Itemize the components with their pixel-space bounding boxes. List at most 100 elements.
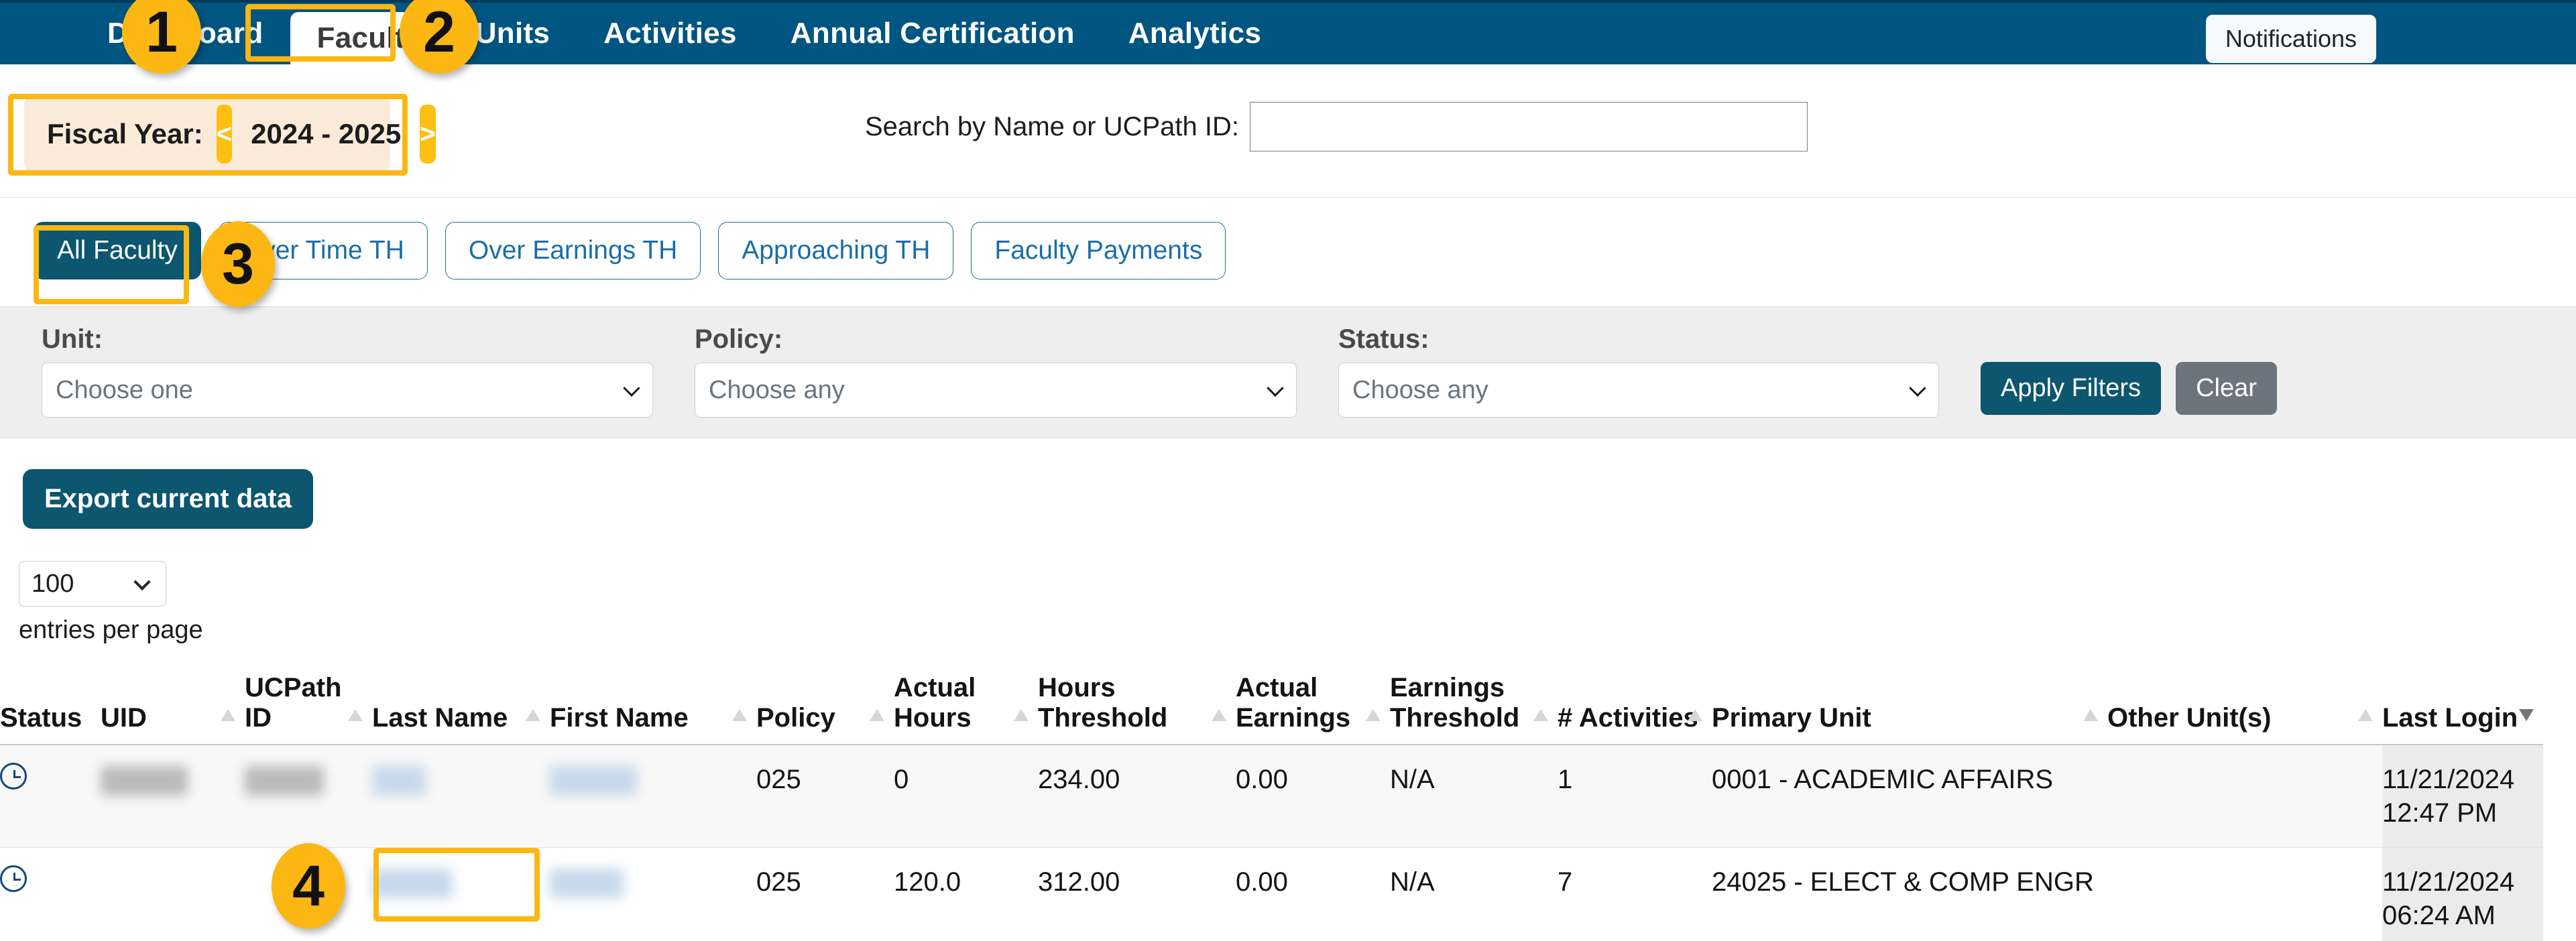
col-hours-threshold[interactable]: Hours Threshold: [1038, 673, 1236, 745]
status-select[interactable]: Choose any: [1338, 363, 1939, 418]
fiscal-year-next-button[interactable]: >: [420, 105, 436, 164]
col-last-name[interactable]: Last Name: [372, 673, 550, 745]
entries-per-page-select[interactable]: 100: [19, 561, 166, 607]
cell-first-name: [550, 847, 756, 941]
col-uid[interactable]: UID: [101, 673, 245, 745]
cell-earnings-threshold: N/A: [1390, 847, 1558, 941]
col-other-units-label: Other Unit(s): [2107, 702, 2272, 733]
cell-status[interactable]: [0, 744, 101, 848]
cell-first-name: [550, 744, 756, 848]
col-num-activities[interactable]: # Activities: [1558, 673, 1712, 745]
redacted-uid: [101, 766, 188, 796]
search-input[interactable]: [1250, 102, 1808, 151]
notifications-button[interactable]: Notifications: [2205, 15, 2376, 63]
last-login-date: 11/21/2024: [2382, 764, 2515, 794]
entries-per-page-label: entries per page: [19, 616, 203, 644]
unit-select[interactable]: Choose one: [42, 363, 653, 418]
col-actual-hours[interactable]: Actual Hours: [894, 673, 1038, 745]
cell-actual-earnings: 0.00: [1236, 744, 1390, 848]
fiscal-year-value: 2024 - 2025: [251, 118, 402, 149]
sort-arrow-icon: [1366, 708, 1381, 721]
export-section: Export current data: [0, 438, 2576, 529]
entries-per-page-value: 100: [32, 569, 74, 598]
col-hours-threshold-label: Hours Threshold: [1038, 673, 1168, 733]
col-actual-earnings-label: Actual Earnings: [1236, 673, 1351, 733]
cell-actual-hours: 120.0: [894, 847, 1038, 941]
status-filter-label: Status:: [1338, 324, 1429, 354]
col-primary-unit[interactable]: Primary Unit: [1712, 673, 2107, 745]
nav-item-analytics-label: Analytics: [1128, 17, 1262, 50]
cell-other-units: [2107, 744, 2382, 848]
clock-icon[interactable]: [0, 762, 27, 790]
export-current-data-button[interactable]: Export current data: [23, 469, 313, 529]
cell-last-name: [372, 744, 550, 848]
status-select-value: Choose any: [1352, 375, 1488, 404]
nav-item-annual-certification[interactable]: Annual Certification: [764, 3, 1102, 64]
cell-last-login: 11/21/2024 06:24 AM: [2382, 847, 2543, 941]
entries-per-page-section: 100 entries per page: [0, 529, 2576, 645]
col-earnings-threshold[interactable]: Earnings Threshold: [1390, 673, 1558, 745]
col-first-name-label: First Name: [550, 702, 689, 733]
sort-arrow-icon: [348, 708, 363, 721]
sort-arrow-icon: [2083, 708, 2098, 721]
sort-arrow-icon: [2358, 708, 2373, 721]
policy-filter-label: Policy:: [695, 324, 783, 354]
fiscal-year-prev-button[interactable]: <: [216, 105, 233, 164]
tab-approaching-th[interactable]: Approaching TH: [718, 222, 954, 279]
col-ucpath-id[interactable]: UCPath ID: [245, 673, 372, 745]
cell-uid: [101, 744, 245, 848]
table-row[interactable]: 025 120.0 312.00 0.00 N/A 7 24025 - ELEC…: [0, 847, 2543, 941]
filter-actions: Apply Filters Clear: [1981, 362, 2277, 418]
table-row[interactable]: 025 0 234.00 0.00 N/A 1 0001 - ACADEMIC …: [0, 744, 2543, 848]
apply-filters-button[interactable]: Apply Filters: [1981, 362, 2162, 415]
filter-panel: Unit: Choose one Policy: Choose any Stat…: [0, 306, 2576, 438]
col-actual-hours-label: Actual Hours: [894, 673, 976, 733]
policy-select[interactable]: Choose any: [695, 363, 1297, 418]
cell-actual-earnings: 0.00: [1236, 847, 1390, 941]
cell-last-login: 11/21/2024 12:47 PM: [2382, 744, 2543, 848]
clear-filters-button[interactable]: Clear: [2176, 362, 2277, 415]
chevron-down-icon: [1267, 379, 1284, 397]
col-policy-label: Policy: [756, 702, 835, 733]
col-last-login[interactable]: Last Login: [2382, 673, 2543, 745]
col-other-units[interactable]: Other Unit(s): [2107, 673, 2382, 745]
redacted-first-name: [550, 869, 624, 899]
col-policy[interactable]: Policy: [756, 673, 894, 745]
filter-group-unit: Unit: Choose one: [42, 324, 653, 418]
nav-item-activities[interactable]: Activities: [577, 3, 764, 64]
faculty-table-head: Status UID UCPath ID Last Name First Nam…: [0, 673, 2543, 745]
chevron-down-icon: [1909, 379, 1926, 397]
tab-over-earnings-th[interactable]: Over Earnings TH: [445, 222, 701, 279]
fiscal-year-label: Fiscal Year:: [47, 118, 203, 149]
annotation-badge-4-number: 4: [292, 853, 325, 918]
col-first-name[interactable]: First Name: [550, 673, 756, 745]
nav-item-analytics[interactable]: Analytics: [1102, 3, 1288, 64]
last-login-time: 12:47 PM: [2382, 798, 2498, 828]
cell-policy: 025: [756, 847, 894, 941]
cell-status[interactable]: [0, 847, 101, 941]
cell-hours-threshold: 234.00: [1038, 744, 1236, 848]
tab-all-faculty[interactable]: All Faculty: [34, 222, 201, 279]
search-row: Search by Name or UCPath ID:: [865, 102, 1808, 151]
tab-faculty-payments[interactable]: Faculty Payments: [971, 222, 1226, 279]
policy-select-value: Choose any: [709, 375, 845, 404]
col-uid-label: UID: [101, 702, 147, 733]
col-ucpath-id-label: UCPath ID: [245, 673, 342, 733]
sort-arrow-icon: [732, 708, 747, 721]
sort-arrow-icon: [2519, 708, 2534, 721]
sort-arrow-icon: [1014, 708, 1029, 721]
chevron-down-icon: [623, 379, 640, 397]
faculty-table-body: 025 0 234.00 0.00 N/A 1 0001 - ACADEMIC …: [0, 744, 2543, 941]
col-earnings-threshold-label: Earnings Threshold: [1390, 673, 1520, 733]
cell-num-activities: 1: [1558, 744, 1712, 848]
sort-arrow-icon: [870, 708, 884, 721]
annotation-badge-3: 3: [201, 221, 275, 307]
redacted-last-name: [372, 766, 426, 796]
clock-icon[interactable]: [0, 865, 27, 892]
col-last-login-label: Last Login: [2382, 702, 2518, 733]
col-actual-earnings[interactable]: Actual Earnings: [1236, 673, 1390, 745]
cell-actual-hours: 0: [894, 744, 1038, 848]
chevron-down-icon: [133, 573, 151, 591]
sort-arrow-icon: [1212, 708, 1226, 721]
unit-filter-label: Unit:: [42, 324, 103, 354]
